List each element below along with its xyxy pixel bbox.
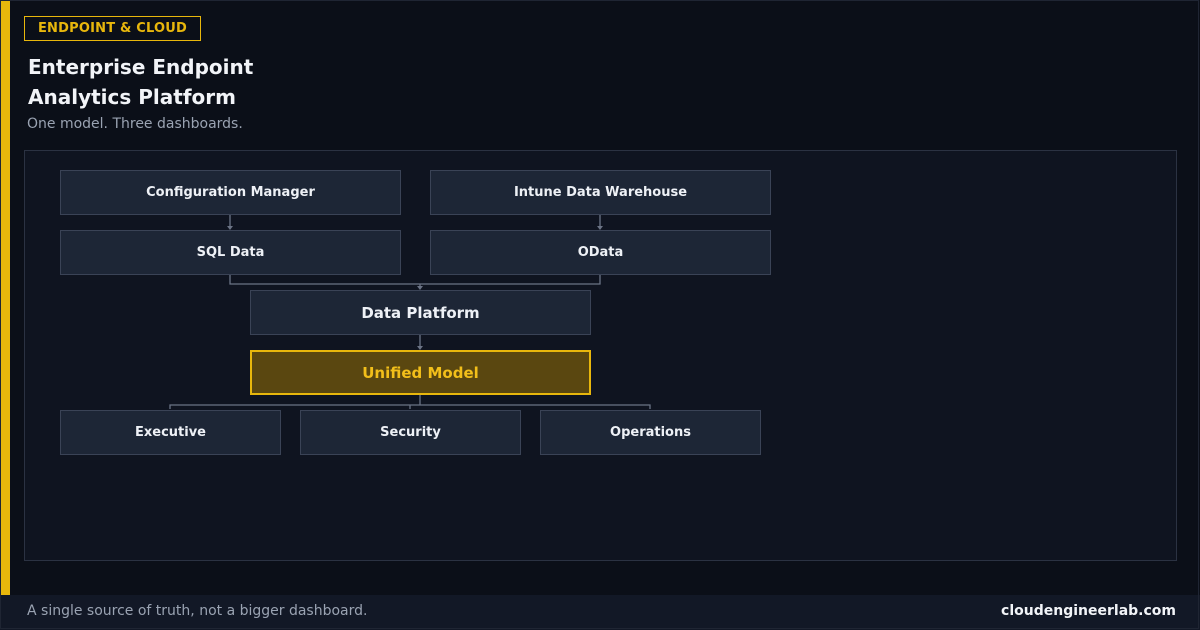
category-tag: ENDPOINT & CLOUD [24, 16, 201, 41]
node-dashboard-executive: Executive [60, 410, 281, 455]
title-line-1: Enterprise Endpoint [28, 55, 254, 79]
title-line-2: Analytics Platform [28, 85, 236, 109]
footer-site-link[interactable]: cloudengineerlab.com [1001, 603, 1176, 619]
page-title: Enterprise Endpoint Analytics Platform [28, 52, 428, 112]
node-dashboard-security: Security [300, 410, 521, 455]
node-data-platform: Data Platform [250, 290, 591, 335]
node-odata: OData [430, 230, 771, 275]
node-dashboard-operations: Operations [540, 410, 761, 455]
page-subtitle: One model. Three dashboards. [27, 116, 243, 132]
node-unified-model: Unified Model [250, 350, 591, 395]
node-intune-data-warehouse: Intune Data Warehouse [430, 170, 771, 215]
footer-tagline: A single source of truth, not a bigger d… [27, 603, 368, 619]
node-sql-data: SQL Data [60, 230, 401, 275]
accent-bar [0, 0, 10, 595]
node-configuration-manager: Configuration Manager [60, 170, 401, 215]
